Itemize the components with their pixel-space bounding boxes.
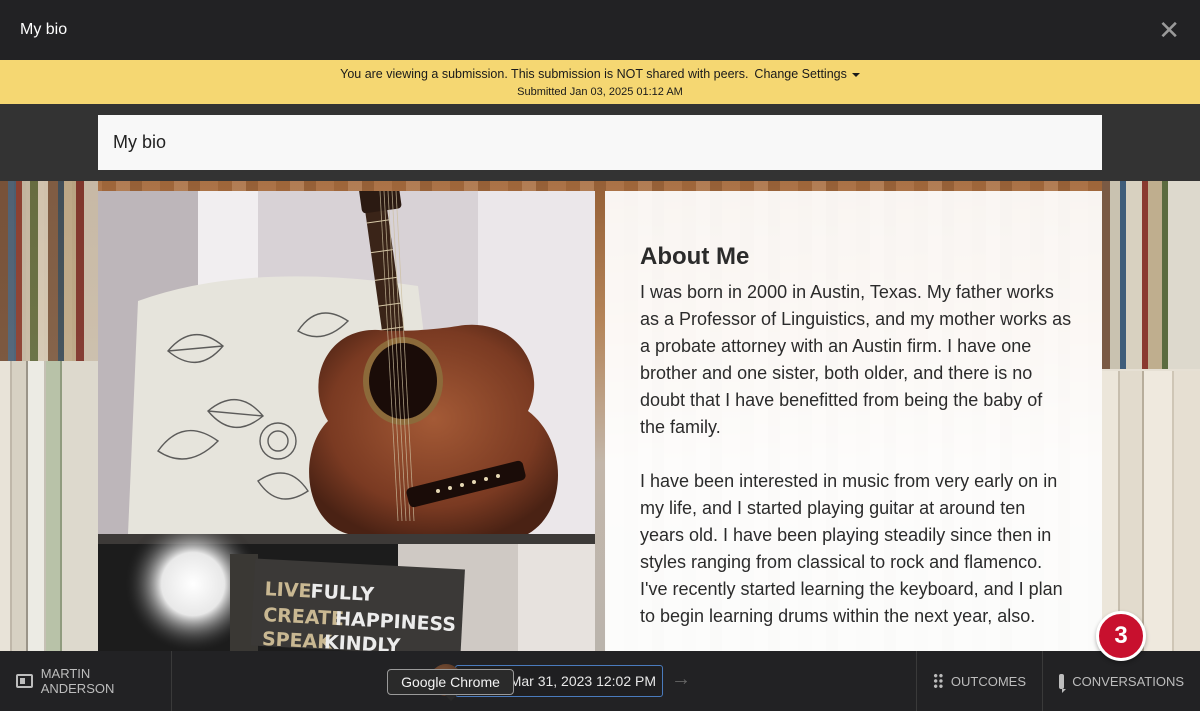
books-left-top — [0, 181, 98, 361]
conversations-label: CONVERSATIONS — [1072, 673, 1184, 689]
arrow-right-icon[interactable]: → — [671, 668, 691, 691]
quote-create: CREATE — [263, 604, 345, 630]
about-paragraph-2: I have been interested in music from ver… — [640, 471, 1063, 626]
quote-kindly: KINDLY — [323, 631, 401, 651]
chat-bubble-icon — [1059, 673, 1067, 693]
quote-illustration: LIVE FULLY CREATE HAPPINESS SPEAK KINDLY — [98, 534, 595, 651]
notification-badge[interactable]: 3 — [1096, 611, 1146, 661]
student-name: MARTIN ANDERSON — [40, 666, 115, 696]
quote-fully: FULLY — [310, 581, 375, 606]
page-title: My bio — [98, 115, 1102, 170]
window-title: My bio — [20, 21, 68, 38]
app-tooltip: Google Chrome — [387, 669, 514, 701]
window-titlebar: My bio ✕ — [0, 0, 1200, 60]
outcomes-grid-icon — [933, 673, 943, 689]
student-selector[interactable]: MARTIN ANDERSON — [0, 651, 172, 711]
guitar-photo — [98, 191, 595, 534]
change-settings-label: Change Settings — [754, 66, 847, 81]
close-icon[interactable]: ✕ — [1158, 17, 1180, 43]
quote-live: LIVE — [264, 578, 312, 602]
submission-notice: You are viewing a submission. This submi… — [0, 60, 1200, 104]
change-settings-button[interactable]: Change Settings — [754, 66, 860, 81]
guitar-illustration — [98, 191, 595, 534]
outcomes-button[interactable]: OUTCOMES — [916, 651, 1042, 711]
books-right-bottom — [1102, 371, 1200, 651]
student-card-icon — [16, 674, 33, 688]
submitted-timestamp: Submitted Jan 03, 2025 01:12 AM — [517, 85, 683, 98]
caret-down-icon — [851, 72, 860, 77]
quote-photo: LIVE FULLY CREATE HAPPINESS SPEAK KINDLY — [98, 534, 595, 651]
outcomes-label: OUTCOMES — [950, 673, 1026, 689]
notice-message: You are viewing a submission. This submi… — [340, 66, 749, 81]
about-heading: About Me — [640, 243, 750, 270]
about-paragraph-1: I was born in 2000 in Austin, Texas. My … — [640, 282, 1072, 437]
about-me-card: About Me I was born in 2000 in Austin, T… — [605, 191, 1102, 651]
books-left — [0, 361, 98, 651]
